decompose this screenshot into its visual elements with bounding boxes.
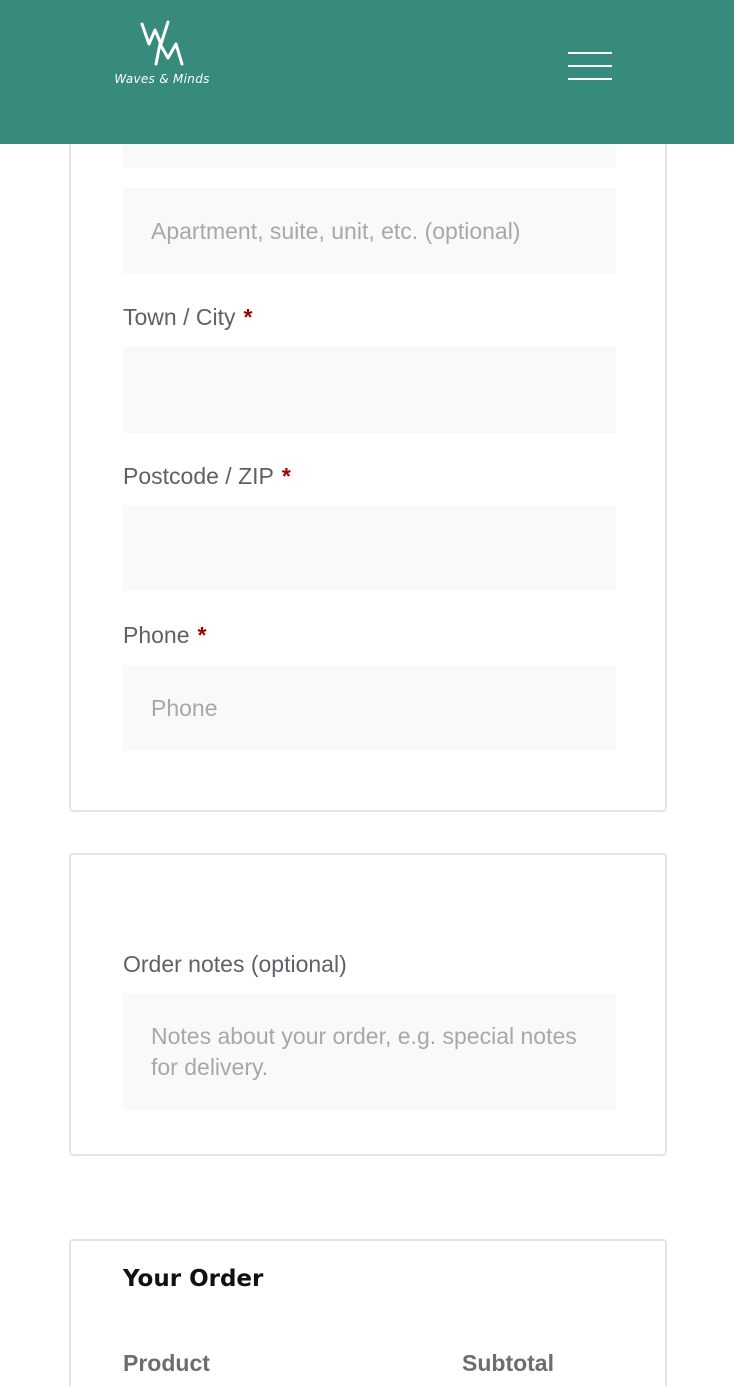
waves-minds-logo-icon [140,20,184,66]
hamburger-menu-icon-line [568,52,612,54]
hamburger-menu-button[interactable] [566,48,614,84]
product-column-header: Product [123,1350,210,1376]
postcode-label-text: Postcode / ZIP [123,463,274,489]
your-order-title: Your Order [123,1266,264,1292]
phone-label-text: Phone [123,622,190,648]
order-notes-label: Order notes (optional) [123,951,347,977]
hamburger-menu-icon-line [568,78,612,80]
postcode-label: Postcode / ZIP * [123,463,291,490]
city-label-text: Town / City [123,304,236,330]
checkout-page: Waves & Minds Town / City * Postcode / ZI… [0,0,734,1386]
required-marker: * [197,622,207,648]
phone-input[interactable] [123,665,616,751]
site-header: Waves & Minds [0,0,734,144]
subtotal-column-header: Subtotal [462,1350,554,1376]
required-marker: * [243,304,253,330]
city-input[interactable] [123,347,616,433]
hamburger-menu-icon-line [568,65,612,67]
site-logo[interactable]: Waves & Minds [108,16,216,90]
postcode-input[interactable] [123,505,616,591]
apartment-suite-input[interactable] [123,188,616,274]
brand-name: Waves & Minds [114,72,210,86]
phone-label: Phone * [123,622,206,649]
required-marker: * [281,463,291,489]
city-label: Town / City * [123,304,252,331]
order-notes-textarea[interactable] [123,993,616,1110]
